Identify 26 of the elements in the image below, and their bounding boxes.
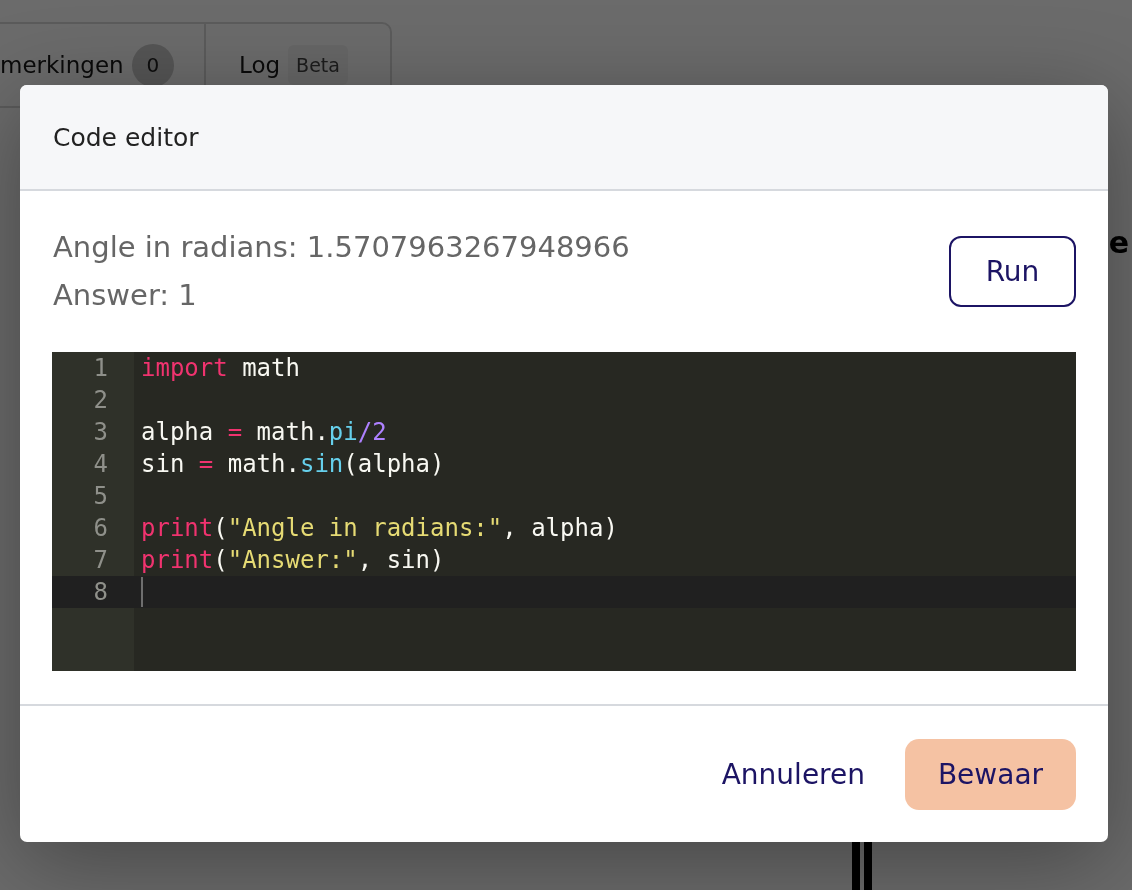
code-line: alpha = math.pi/2	[141, 417, 387, 448]
line-number: 1	[93, 354, 108, 382]
line-number: 8	[93, 578, 108, 606]
code-line: print("Answer:", sin)	[141, 545, 445, 576]
vertical-bar	[864, 842, 872, 890]
save-button[interactable]: Bewaar	[905, 739, 1076, 810]
output-text: Angle in radians: 1.5707963267948966	[53, 229, 630, 266]
beta-badge: Beta	[288, 45, 348, 85]
code-editor-field[interactable]: 1 import math 2 3 alpha = math.pi/2 4 sin = math.sin(alpha) 5 6 print("Angle in radians:", alpha) 7 print("Answer:", sin) 8	[52, 352, 1076, 671]
line-number: 4	[93, 450, 108, 478]
line-number: 2	[93, 386, 108, 414]
page-heading: e	[1108, 224, 1129, 260]
code-line: print("Angle in radians:", alpha)	[141, 513, 618, 544]
run-button[interactable]: Run	[949, 236, 1076, 307]
count-badge: 0	[131, 43, 174, 87]
code-line: import math	[141, 353, 300, 384]
line-number: 6	[93, 514, 108, 542]
vertical-bar	[852, 842, 860, 890]
line-number: 3	[93, 418, 108, 446]
text-cursor-icon	[141, 577, 143, 607]
output-text: Answer: 1	[53, 277, 198, 314]
code-line: sin = math.sin(alpha)	[141, 449, 445, 480]
line-number: 5	[93, 482, 108, 510]
dialog-title: Code editor	[53, 122, 199, 152]
cancel-button[interactable]: Annuleren	[721, 739, 865, 810]
line-number: 7	[93, 546, 108, 574]
